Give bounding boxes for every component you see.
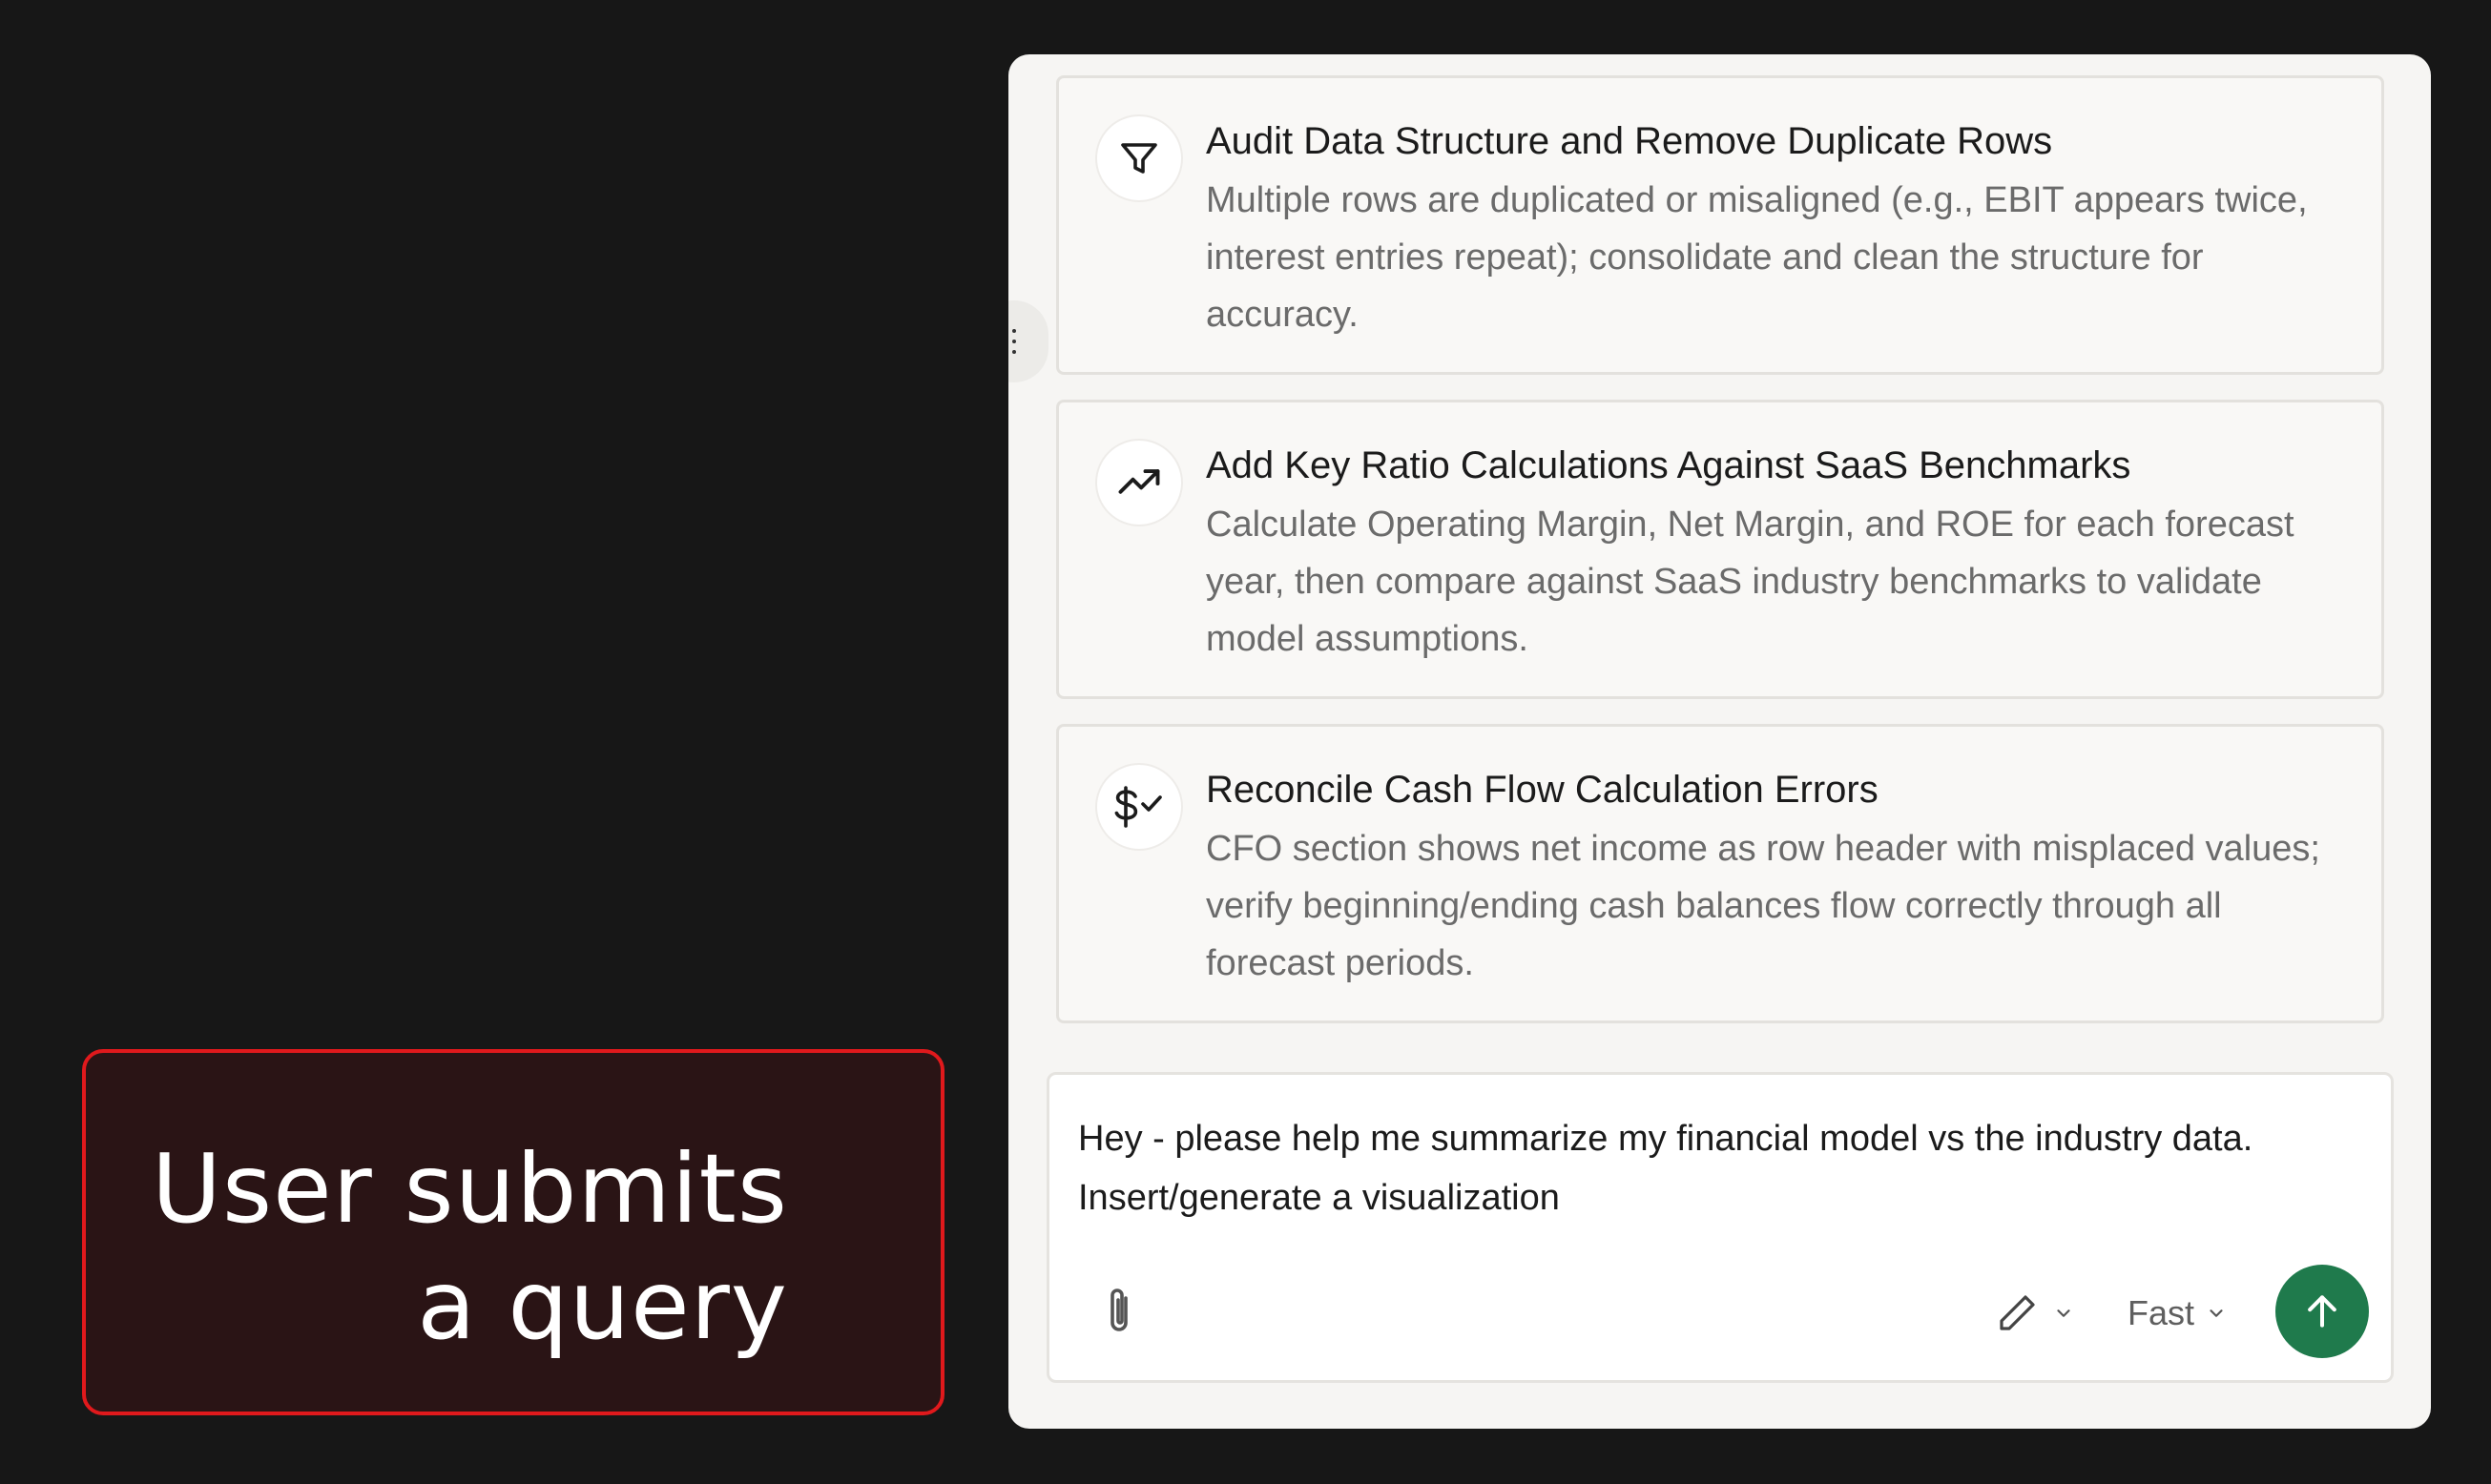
panel-resize-handle[interactable] [1008,300,1048,382]
suggestion-card[interactable]: Add Key Ratio Calculations Against SaaS … [1056,400,2384,699]
annotation-callout: User submits a query [82,1049,945,1415]
trending-up-icon [1095,439,1183,526]
dollar-check-icon [1095,763,1183,851]
message-input[interactable]: Hey - please help me summarize my financ… [1078,1109,2337,1227]
mode-selector[interactable] [1994,1287,2074,1340]
chevron-down-icon [2057,1309,2070,1317]
annotation-line-1: User submits [151,1133,788,1245]
paperclip-icon [1111,1288,1128,1331]
suggestion-description: Multiple rows are duplicated or misalign… [1206,180,2308,335]
suggestion-title: Audit Data Structure and Remove Duplicat… [1206,120,2053,162]
annotation-text: User submits a query [120,1131,788,1364]
suggestion-card[interactable]: Reconcile Cash Flow Calculation Errors C… [1056,724,2384,1023]
suggestion-list: Audit Data Structure and Remove Duplicat… [1056,75,2384,1048]
suggestion-card[interactable]: Audit Data Structure and Remove Duplicat… [1056,75,2384,375]
chevron-down-icon [2210,1309,2223,1317]
drag-dots-icon [1012,329,1016,354]
assistant-panel: Audit Data Structure and Remove Duplicat… [1008,54,2431,1429]
send-button[interactable] [2275,1265,2369,1358]
suggestion-title: Add Key Ratio Calculations Against SaaS … [1206,444,2131,486]
arrow-up-icon [2308,1295,2336,1328]
annotation-line-2: a query [417,1249,788,1361]
suggestion-description: CFO section shows net income as row head… [1206,829,2320,983]
filter-icon [1095,114,1183,202]
attach-button[interactable] [1095,1283,1143,1340]
speed-selector[interactable]: Fast [2128,1287,2227,1340]
message-composer[interactable]: Hey - please help me summarize my financ… [1047,1072,2394,1383]
suggestion-title: Reconcile Cash Flow Calculation Errors [1206,769,1879,811]
speed-label: Fast [2128,1293,2195,1332]
suggestion-description: Calculate Operating Margin, Net Margin, … [1206,505,2294,659]
pencil-icon [2000,1295,2035,1330]
